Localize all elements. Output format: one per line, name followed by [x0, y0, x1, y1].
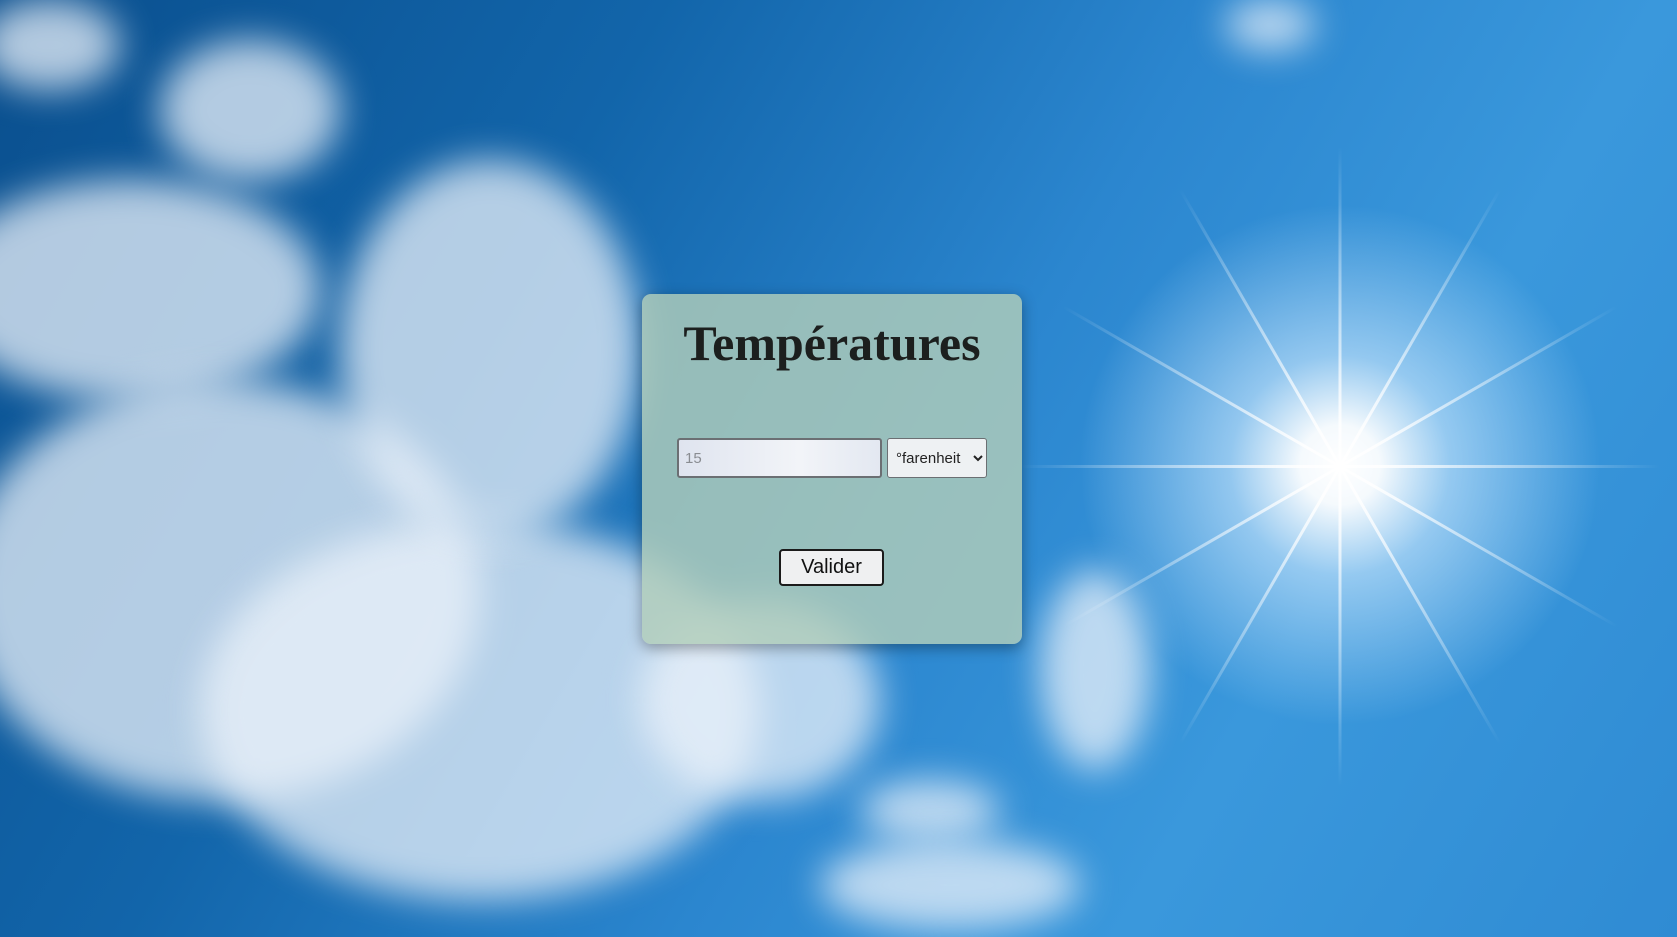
sun-ray [1338, 466, 1342, 787]
sun-ray [1338, 465, 1502, 745]
cloud [820, 840, 1080, 930]
sun-ray [1338, 188, 1502, 468]
cloud [860, 780, 1000, 840]
temperature-form-panel: Températures °farenheit Valider [642, 294, 1022, 644]
sun-ray [1062, 465, 1341, 628]
cloud [160, 40, 340, 180]
sun-ray [1339, 305, 1618, 468]
sun-ray [1020, 465, 1340, 468]
cloud [340, 160, 640, 540]
cloud [0, 180, 320, 400]
sun-ray [1178, 188, 1342, 468]
sun-ray [1338, 146, 1342, 467]
validate-button[interactable]: Valider [779, 549, 884, 586]
unit-select[interactable]: °farenheit [887, 438, 987, 478]
cloud [0, 0, 120, 90]
sun-ray [1178, 465, 1342, 745]
sun-ray [1339, 465, 1618, 628]
cloud [1225, 0, 1315, 50]
temperature-input[interactable] [677, 438, 882, 478]
page-title: Températures [683, 315, 981, 371]
cloud [1040, 570, 1150, 770]
sun-ray [1340, 465, 1660, 468]
sun-ray [1062, 305, 1341, 468]
